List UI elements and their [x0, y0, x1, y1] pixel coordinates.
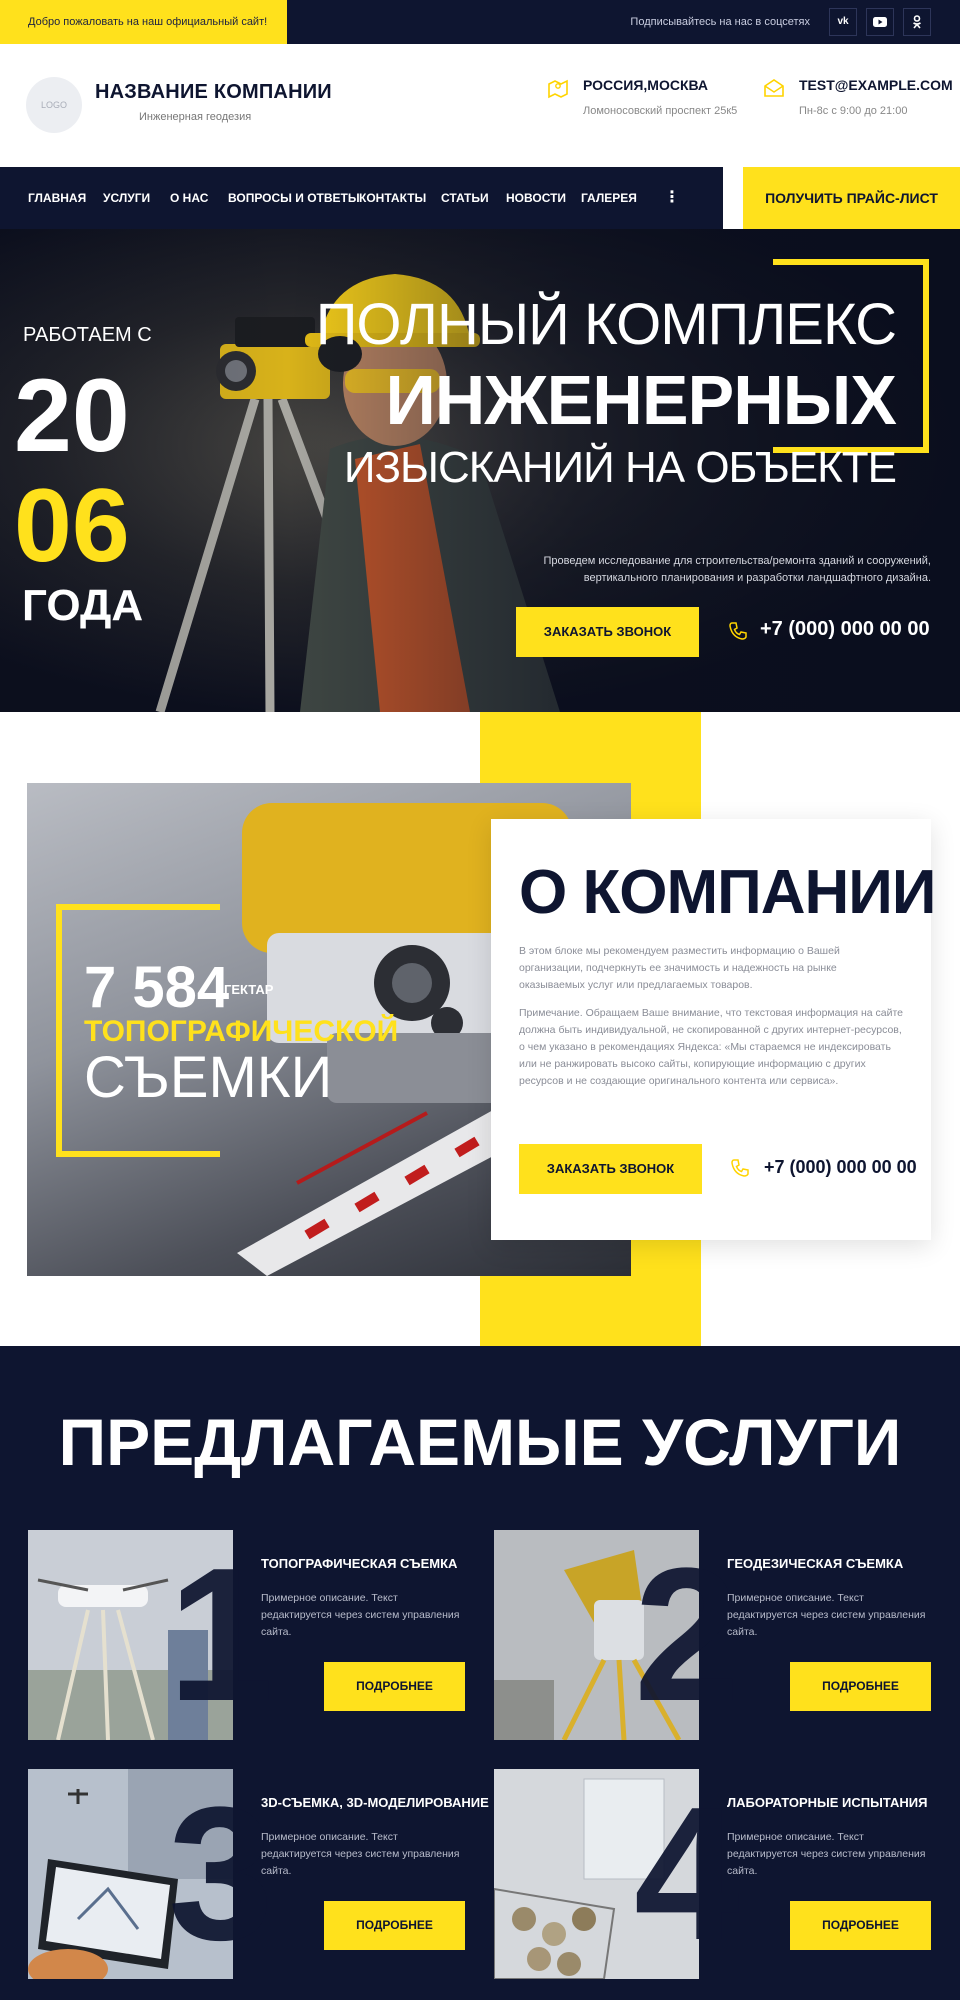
service-card[interactable]: 1 ТОПОГРАФИЧЕСКАЯ СЪЕМКА Примерное описа…: [28, 1530, 478, 1740]
nav-news[interactable]: НОВОСТИ: [506, 167, 566, 229]
more-button[interactable]: ПОДРОБНЕЕ: [790, 1662, 931, 1711]
more-button[interactable]: ПОДРОБНЕЕ: [324, 1662, 465, 1711]
hero-phone[interactable]: +7 (000) 000 00 00: [760, 618, 930, 641]
map-icon: [548, 79, 568, 99]
about-phone[interactable]: +7 (000) 000 00 00: [764, 1157, 917, 1178]
phone-icon: [729, 622, 747, 640]
stat-number: 7 584: [84, 955, 230, 1020]
main-nav: ГЛАВНАЯ УСЛУГИ О НАС ВОПРОСЫ И ОТВЕТЫ КО…: [0, 167, 723, 229]
nav-services[interactable]: УСЛУГИ: [103, 167, 150, 229]
phone-icon: [731, 1159, 749, 1177]
hero-call-button[interactable]: ЗАКАЗАТЬ ЗВОНОК: [516, 607, 699, 657]
company-tagline: Инженерная геодезия: [139, 111, 252, 123]
service-text: Примерное описание. Текст редактируется …: [261, 1831, 460, 1877]
youtube-icon[interactable]: [866, 8, 894, 36]
email-address[interactable]: TEST@EXAMPLE.COM: [799, 77, 953, 93]
hero-section: РАБОТАЕМ С 20 06 ГОДА ПОЛНЫЙ КОМПЛЕКС ИН…: [0, 229, 960, 712]
stat-line-2: СЪЕМКИ: [84, 1045, 333, 1110]
more-button[interactable]: ПОДРОБНЕЕ: [324, 1901, 465, 1950]
site-header: LOGO НАЗВАНИЕ КОМПАНИИ Инженерная геодез…: [0, 44, 960, 167]
service-text: Примерное описание. Текст редактируется …: [261, 1592, 460, 1638]
about-call-button[interactable]: ЗАКАЗАТЬ ЗВОНОК: [519, 1144, 702, 1194]
year-bottom: 06: [14, 468, 130, 584]
service-number: 2: [634, 1529, 740, 1741]
nav-gallery[interactable]: ГАЛЕРЕЯ: [581, 167, 637, 229]
vk-icon[interactable]: vk: [829, 8, 857, 36]
year-top: 20: [14, 358, 130, 474]
nav-about[interactable]: О НАС: [170, 167, 208, 229]
services-section: ПРЕДЛАГАЕМЫЕ УСЛУГИ 1 ТОПОГРАФИЧЕСКАЯ СЪ…: [0, 1346, 960, 2000]
year-suffix: ГОДА: [22, 581, 144, 630]
location-title: РОССИЯ,МОСКВА: [583, 77, 709, 93]
nav-more-icon[interactable]: ⋮: [664, 167, 680, 229]
headline-line-2: ИНЖЕНЕРНЫХ: [385, 361, 897, 439]
mail-icon: [764, 79, 784, 97]
nav-faq[interactable]: ВОПРОСЫ И ОТВЕТЫ: [228, 167, 360, 229]
nav-contacts[interactable]: КОНТАКТЫ: [359, 167, 426, 229]
subscribe-text: Подписывайтесь на нас в соцсетях: [630, 16, 810, 28]
service-title: ГЕОДЕЗИЧЕСКАЯ СЪЕМКА: [727, 1556, 904, 1571]
service-number: 1: [168, 1529, 274, 1741]
odnoklassniki-icon[interactable]: [903, 8, 931, 36]
company-name: НАЗВАНИЕ КОМПАНИИ: [95, 81, 332, 103]
service-number: 3: [168, 1768, 274, 1980]
headline-line-3: ИЗЫСКАНИЙ НА ОБЪЕКТЕ: [343, 443, 897, 492]
price-list-button[interactable]: ПОЛУЧИТЬ ПРАЙС-ЛИСТ: [743, 167, 960, 229]
since-label: РАБОТАЕМ С: [23, 324, 152, 346]
work-hours: Пн-8с с 9:00 до 21:00: [799, 105, 908, 117]
about-paragraph-1: В этом блоке мы рекомендуем разместить и…: [519, 945, 840, 991]
headline-line-1: ПОЛНЫЙ КОМПЛЕКС: [315, 292, 897, 357]
about-card: О КОМПАНИИ В этом блоке мы рекомендуем р…: [491, 819, 936, 1240]
welcome-text: Добро пожаловать на наш официальный сайт…: [0, 0, 287, 44]
service-card[interactable]: 2 ГЕОДЕЗИЧЕСКАЯ СЪЕМКА Примерное описани…: [494, 1530, 944, 1740]
about-paragraph-2: Примечание. Обращаем Ваше внимание, что …: [519, 1007, 903, 1087]
service-title: 3D-СЪЕМКА, 3D-МОДЕЛИРОВАНИЕ: [261, 1795, 489, 1810]
more-button[interactable]: ПОДРОБНЕЕ: [790, 1901, 931, 1950]
service-number: 4: [634, 1768, 740, 1980]
about-title: О КОМПАНИИ: [519, 858, 936, 927]
services-title: ПРЕДЛАГАЕМЫЕ УСЛУГИ: [58, 1405, 902, 1479]
stat-unit: ГЕКТАР: [224, 982, 274, 997]
nav-home[interactable]: ГЛАВНАЯ: [28, 167, 86, 229]
top-bar: Добро пожаловать на наш официальный сайт…: [0, 0, 960, 44]
service-title: ЛАБОРАТОРНЫЕ ИСПЫТАНИЯ: [727, 1795, 928, 1810]
service-text: Примерное описание. Текст редактируется …: [727, 1831, 926, 1877]
service-card[interactable]: 3 3D-СЪЕМКА, 3D-МОДЕЛИРОВАНИЕ Примерное …: [28, 1768, 489, 1980]
service-card[interactable]: 4 ЛАБОРАТОРНЫЕ ИСПЫТАНИЯ Примерное описа…: [494, 1769, 944, 1979]
service-text: Примерное описание. Текст редактируется …: [727, 1592, 926, 1638]
nav-articles[interactable]: СТАТЬИ: [441, 167, 489, 229]
location-address: Ломоносовский проспект 25к5: [583, 105, 738, 117]
hero-description: Проведем исследование для строительства/…: [543, 555, 931, 584]
company-logo[interactable]: LOGO: [26, 77, 82, 133]
about-section: 7 584 ГЕКТАР ТОПОГРАФИЧЕСКОЙ СЪЕМКИ О КО…: [0, 712, 960, 1346]
service-title: ТОПОГРАФИЧЕСКАЯ СЪЕМКА: [261, 1556, 458, 1571]
